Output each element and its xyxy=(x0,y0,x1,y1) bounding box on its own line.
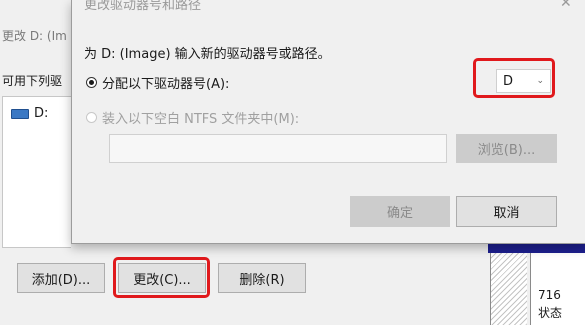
cancel-button[interactable]: 取消 xyxy=(456,196,557,227)
radio-checked-icon[interactable] xyxy=(86,77,97,88)
change-drive-letter-dialog: 更改驱动器号和路径 ✕ 为 D: (Image) 输入新的驱动器号或路径。 分配… xyxy=(71,0,585,244)
drive-letter-select[interactable]: D ⌄ xyxy=(496,69,551,93)
path-listbox[interactable]: D: xyxy=(2,96,71,248)
list-item[interactable]: D: xyxy=(11,106,48,121)
mount-folder-label: 装入以下空白 NTFS 文件夹中(M): xyxy=(102,112,300,127)
assign-letter-label: 分配以下驱动器号(A): xyxy=(102,77,230,92)
partition-status-text: 状态 xyxy=(538,306,563,320)
dialog-title-strip xyxy=(0,0,72,18)
chevron-down-icon[interactable]: ⌄ xyxy=(536,76,544,86)
dialog-prompt: 为 D: (Image) 输入新的驱动器号或路径。 xyxy=(84,47,331,62)
mount-folder-option[interactable]: 装入以下空白 NTFS 文件夹中(M): xyxy=(86,108,299,127)
drive-letter-value: D xyxy=(503,73,514,89)
assign-letter-option[interactable]: 分配以下驱动器号(A): xyxy=(86,73,229,92)
delete-button[interactable]: 删除(R) xyxy=(218,263,306,293)
path-list-label: 可用下列驱 xyxy=(2,74,63,88)
drive-item-label: D: xyxy=(34,106,49,121)
browse-button[interactable]: 浏览(B)... xyxy=(456,134,557,163)
dialog-title: 更改驱动器号和路径 xyxy=(84,0,202,13)
dialog-subtitle: 更改 D: (Im xyxy=(2,29,67,43)
disk-map-unallocated xyxy=(490,253,527,325)
close-icon[interactable]: ✕ xyxy=(560,0,572,11)
add-button[interactable]: 添加(D)... xyxy=(17,263,105,293)
change-button[interactable]: 更改(C)... xyxy=(118,263,206,293)
folder-path-input[interactable] xyxy=(109,134,447,163)
radio-unchecked-icon[interactable] xyxy=(86,112,97,123)
partition-size-text: 716 xyxy=(538,288,561,302)
drive-icon xyxy=(11,108,29,119)
disk-map-bar xyxy=(488,243,585,253)
ok-button[interactable]: 确定 xyxy=(350,196,450,227)
